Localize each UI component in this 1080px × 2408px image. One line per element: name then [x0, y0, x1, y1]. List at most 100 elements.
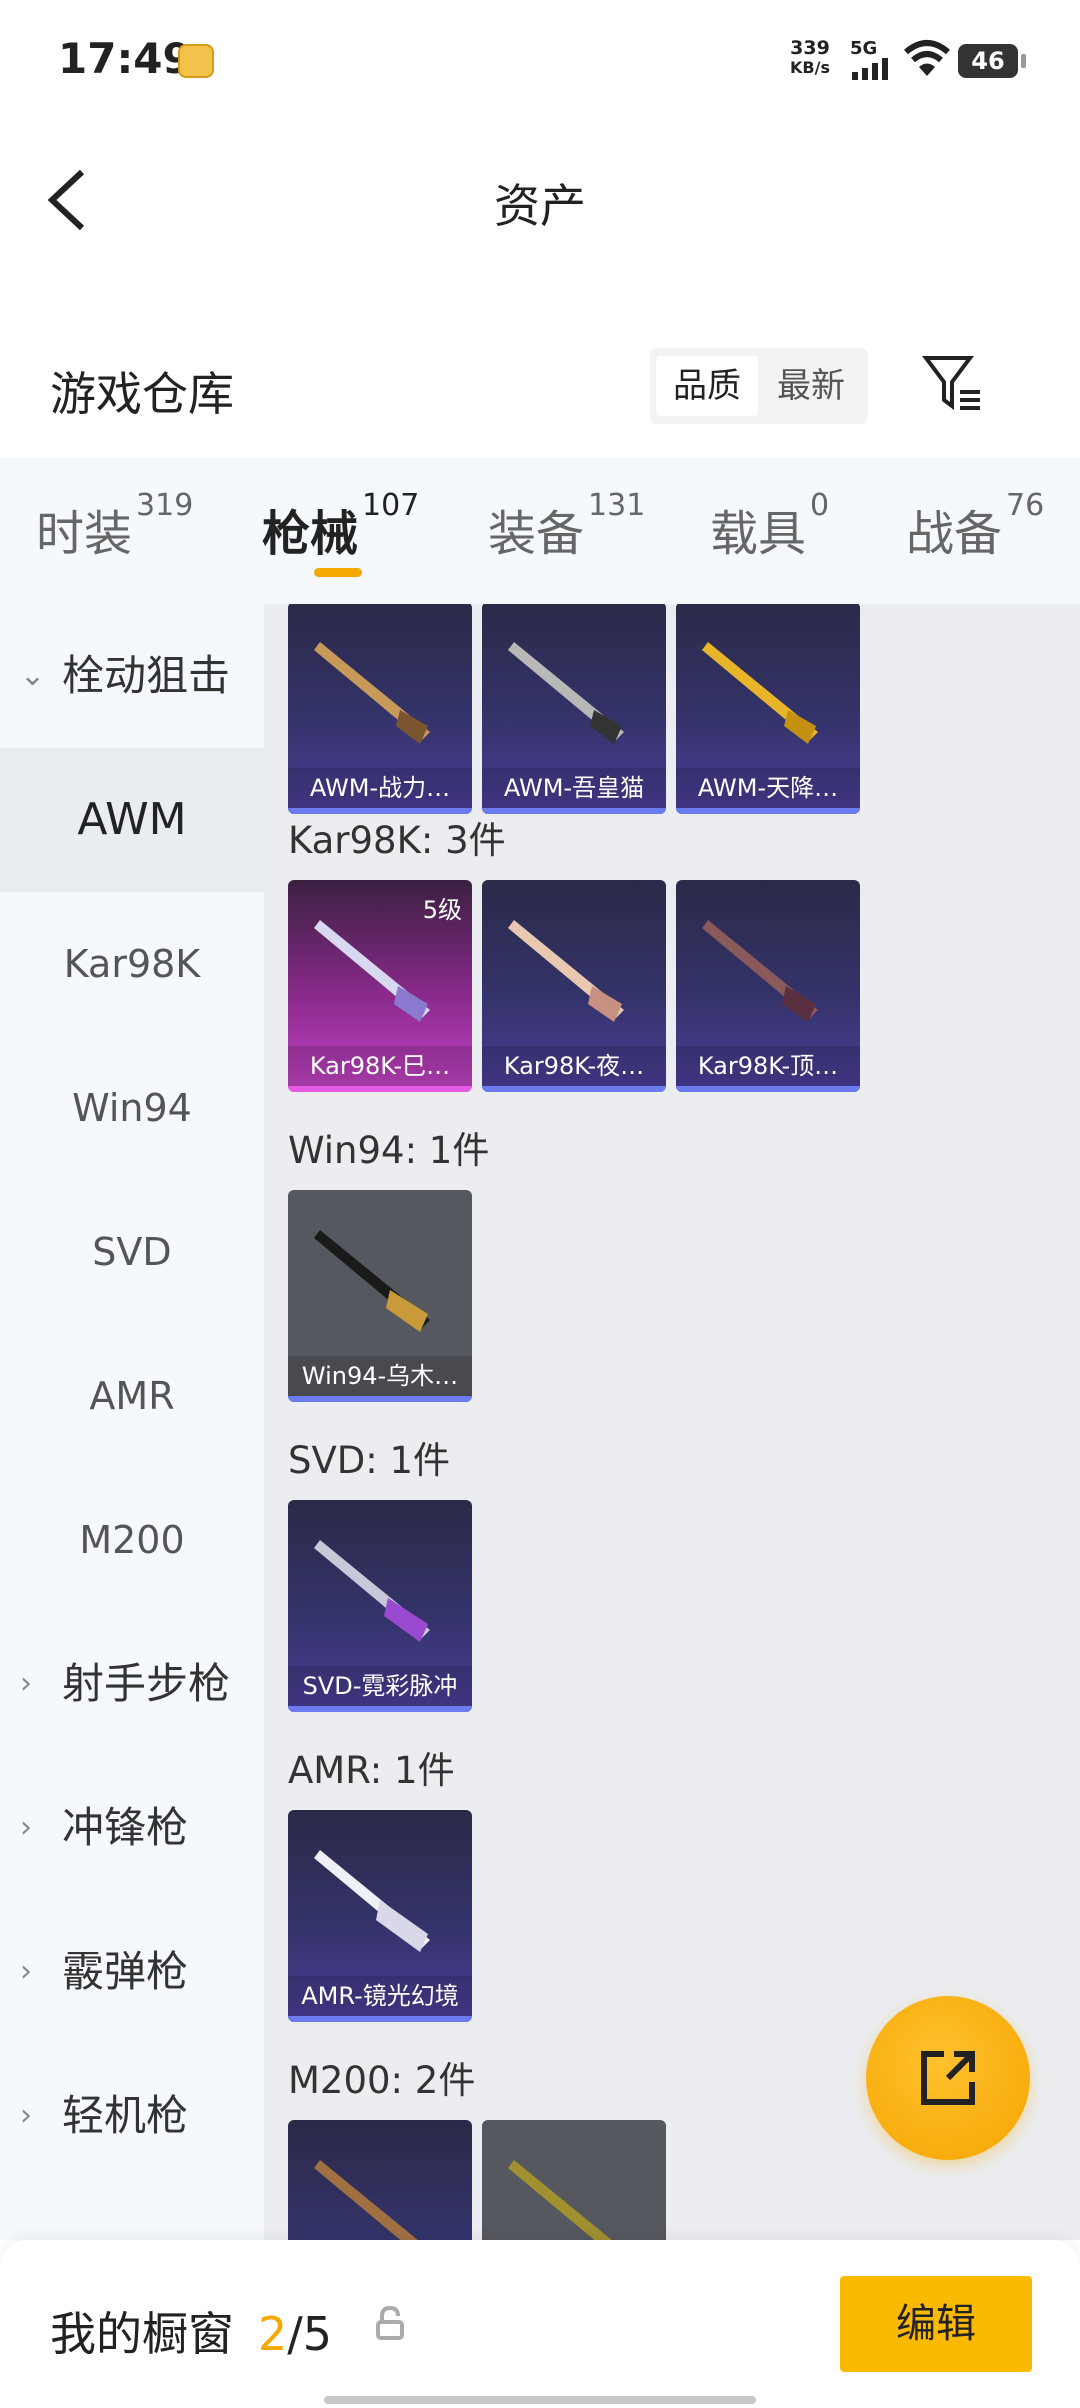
rifle-icon [314, 1850, 430, 1952]
rarity-bar [676, 1086, 860, 1092]
lock-icon [376, 2306, 404, 2340]
skin-card[interactable] [482, 2120, 666, 2240]
skin-card[interactable]: SVD-霓彩脉冲 [288, 1500, 472, 1712]
tab-equipment[interactable]: 装备131 [488, 488, 645, 564]
showcase-total-count: 5 [302, 2307, 333, 2361]
sidebar-category-label: 轻机枪 [62, 2091, 189, 2140]
sort-toggle: 品质 最新 [650, 348, 868, 424]
rifle-icon [314, 1540, 430, 1642]
sidebar-category-lmg[interactable]: › 轻机枪 [0, 2044, 264, 2188]
tab-count: 0 [810, 488, 830, 523]
tab-count: 107 [362, 488, 420, 523]
skin-card[interactable]: AWM-吾皇猫 [482, 604, 666, 814]
group-title: AMR: 1件 [288, 1749, 455, 1792]
sidebar-item-svd[interactable]: SVD [0, 1180, 264, 1324]
group-title: M200: 2件 [288, 2059, 476, 2102]
rifle-icon [314, 2160, 418, 2240]
showcase-separator: / [287, 2307, 303, 2361]
active-tab-indicator [314, 568, 362, 577]
network-speed: 339 KB/s [790, 38, 830, 78]
showcase-label: 我的橱窗 2/5 [50, 2298, 332, 2364]
rarity-bar [288, 1706, 472, 1712]
sidebar-item-amr[interactable]: AMR [0, 1324, 264, 1468]
clock: 17:49 [58, 34, 192, 83]
rifle-icon [508, 2160, 612, 2240]
sidebar-category-label: 射手步枪 [62, 1659, 231, 1708]
skin-name: SVD-霓彩脉冲 [288, 1666, 472, 1706]
skin-name: Kar98K-顶… [676, 1046, 860, 1086]
edit-button[interactable]: 编辑 [840, 2276, 1032, 2372]
sidebar-category-shotgun[interactable]: › 霰弹枪 [0, 1900, 264, 2044]
rarity-bar [288, 1086, 472, 1092]
skin-name: Kar98K-夜… [482, 1046, 666, 1086]
skin-name: Win94-乌木… [288, 1356, 472, 1396]
rifle-icon [508, 642, 624, 744]
skin-name: AWM-吾皇猫 [482, 768, 666, 808]
tab-label: 载具 [710, 506, 807, 562]
home-indicator [324, 2396, 756, 2404]
share-icon [921, 2051, 975, 2105]
battery-icon: 46 [958, 44, 1026, 78]
status-bar: 17:49 339 KB/s 5G 46 [0, 0, 1080, 120]
tab-label: 时装 [36, 506, 133, 562]
page-title: 资产 [494, 179, 586, 233]
skin-card[interactable]: AWM-战力… [288, 604, 472, 814]
group-title: Kar98K: 3件 [288, 819, 506, 862]
skin-name: AWM-天降… [676, 768, 860, 808]
showcase-title: 我的橱窗 [50, 2307, 234, 2361]
network-type: 5G [850, 38, 878, 59]
rifle-icon [508, 920, 624, 1022]
tab-vehicles[interactable]: 载具0 [710, 488, 829, 564]
nav-bar: 资产 [0, 140, 1080, 260]
tab-count: 76 [1006, 488, 1045, 523]
speed-unit: KB/s [790, 58, 830, 77]
tab-label: 战备 [906, 506, 1003, 562]
tab-label: 装备 [488, 506, 585, 562]
showcase-bar: 我的橱窗 2/5 编辑 [0, 2240, 1080, 2408]
tab-supplies[interactable]: 战备76 [906, 488, 1044, 564]
rifle-icon [702, 642, 818, 744]
chevron-right-icon: › [20, 1954, 32, 1989]
speed-value: 339 [790, 37, 830, 59]
skin-card[interactable]: AWM-天降… [676, 604, 860, 814]
sidebar-item-kar98k[interactable]: Kar98K [0, 892, 264, 1036]
skin-card[interactable]: 5级 Kar98K-巳… [288, 880, 472, 1092]
skin-name: Kar98K-巳… [288, 1046, 472, 1086]
chevron-down-icon: ⌄ [20, 658, 46, 693]
sidebar-category-label: 霰弹枪 [62, 1947, 189, 1996]
group-title: Win94: 1件 [288, 1129, 490, 1172]
filter-icon[interactable] [920, 350, 986, 416]
skin-card[interactable]: AMR-镜光幻境 [288, 1810, 472, 2022]
sort-latest-button[interactable]: 最新 [760, 356, 862, 416]
sidebar-category-bolt-action[interactable]: ⌄ 栓动狙击 [0, 604, 264, 748]
skin-card[interactable]: Kar98K-顶… [676, 880, 860, 1092]
rifle-icon [702, 920, 818, 1022]
sort-quality-button[interactable]: 品质 [656, 356, 758, 416]
tab-fashion[interactable]: 时装319 [36, 488, 193, 564]
skin-card[interactable] [288, 2120, 472, 2240]
rifle-icon [314, 642, 430, 744]
showcase-current-count: 2 [258, 2307, 288, 2361]
category-tabs: 时装319 枪械107 装备131 载具0 战备76 [0, 458, 1080, 604]
rarity-bar [676, 808, 860, 814]
warehouse-title: 游戏仓库 [50, 367, 234, 421]
share-button[interactable] [866, 1996, 1030, 2160]
rifle-icon [314, 1230, 430, 1332]
chevron-right-icon: › [20, 1666, 32, 1701]
app-notification-icon [178, 44, 214, 78]
weapon-sidebar: ⌄ 栓动狙击 AWM Kar98K Win94 SVD AMR M200 › 射手步… [0, 604, 264, 2240]
sidebar-category-smg[interactable]: › 冲锋枪 [0, 1756, 264, 1900]
chevron-right-icon: › [20, 2098, 32, 2133]
tab-label: 枪械 [262, 506, 359, 562]
tab-count: 319 [136, 488, 194, 523]
sidebar-item-awm[interactable]: AWM [0, 748, 264, 892]
sidebar-item-win94[interactable]: Win94 [0, 1036, 264, 1180]
rifle-icon [314, 920, 430, 1022]
skin-card[interactable]: Kar98K-夜… [482, 880, 666, 1092]
sidebar-category-marksman[interactable]: › 射手步枪 [0, 1612, 264, 1756]
skin-card[interactable]: Win94-乌木… [288, 1190, 472, 1402]
tab-guns[interactable]: 枪械107 [262, 488, 419, 564]
weapon-grid: AWM-战力… AWM-吾皇猫 AWM-天降… Kar98K: 3件 5级 Ka… [264, 604, 1080, 2240]
sidebar-category-label: 栓动狙击 [62, 651, 231, 700]
sidebar-item-m200[interactable]: M200 [0, 1468, 264, 1612]
